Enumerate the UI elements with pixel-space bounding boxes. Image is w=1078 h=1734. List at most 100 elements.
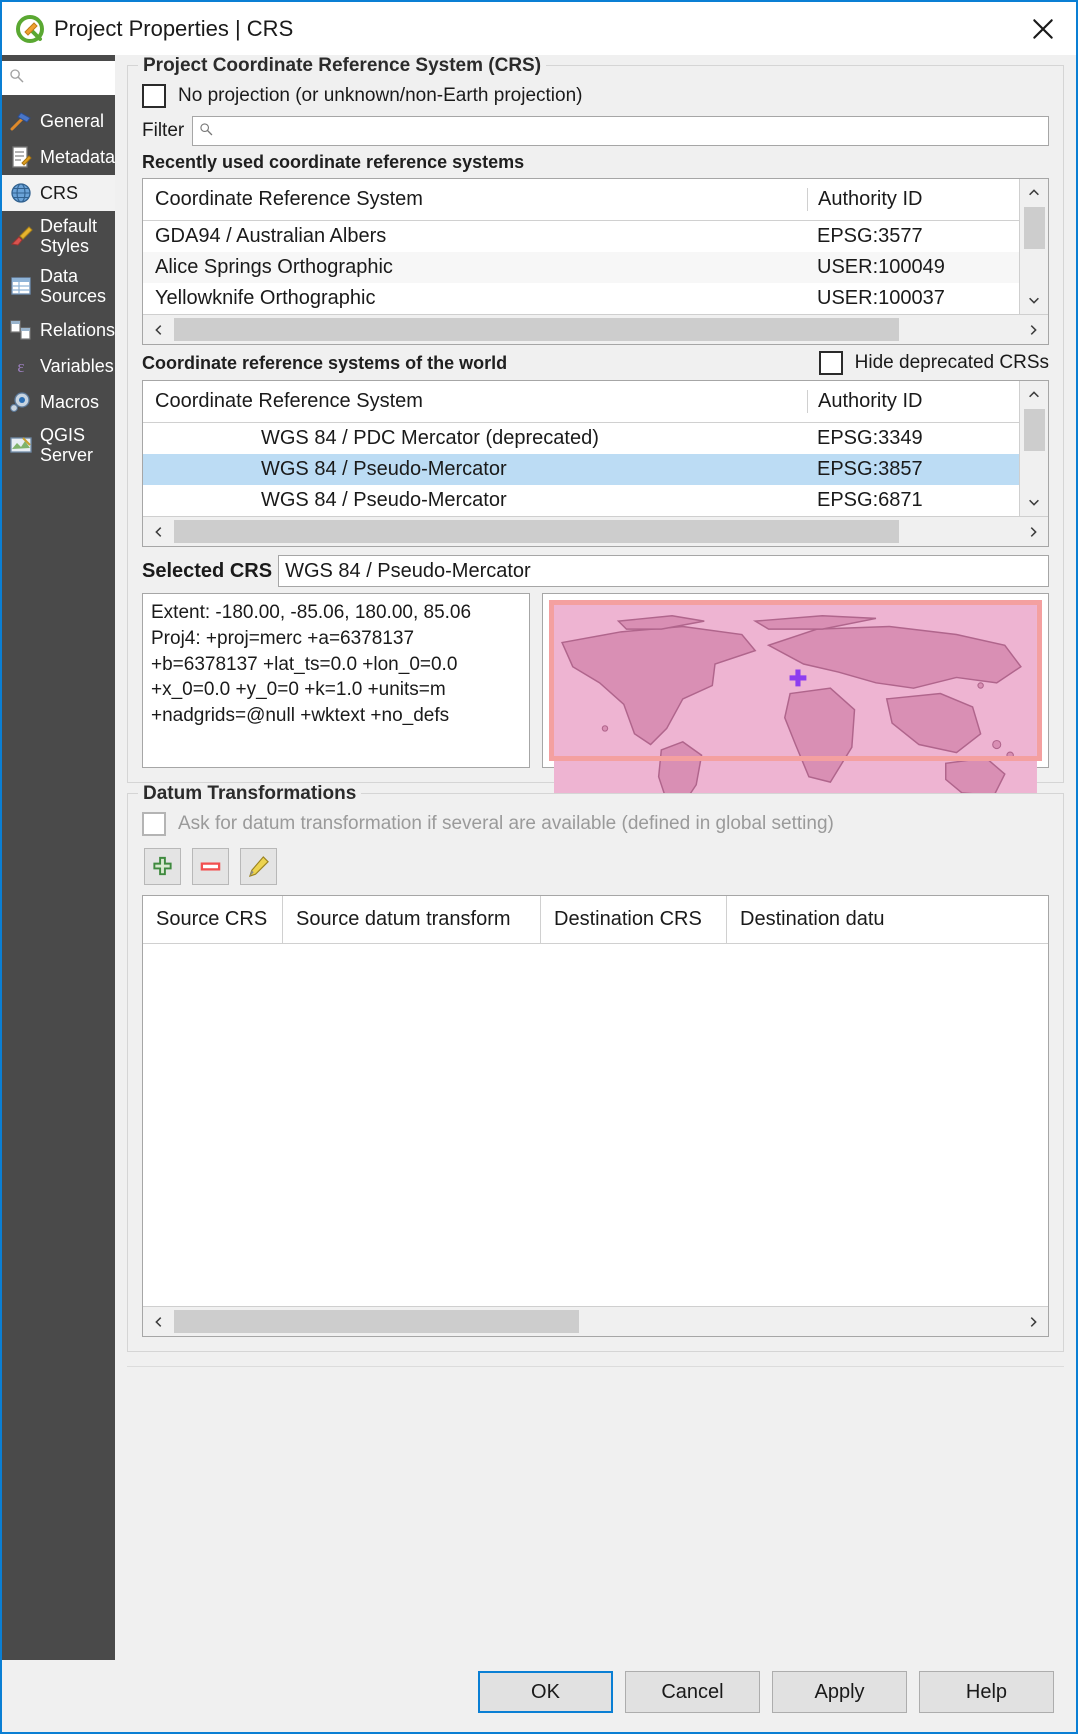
table-row[interactable]: GDA94 / Australian Albers EPSG:3577 [143, 221, 1019, 252]
sidebar-item-label: Variables [40, 355, 114, 376]
sidebar-item-label: Macros [40, 391, 100, 412]
table-icon [8, 273, 34, 299]
scrollbar-track[interactable] [174, 315, 1017, 344]
sidebar-item-data-sources[interactable]: Data Sources [2, 261, 115, 311]
scrollbar-track[interactable] [174, 1307, 1017, 1336]
scroll-right-icon[interactable] [1017, 517, 1048, 546]
cancel-button[interactable]: Cancel [625, 1671, 760, 1713]
crs-authority: USER:100049 [817, 256, 945, 278]
scroll-left-icon[interactable] [143, 1307, 174, 1336]
column-header-destination-datum-transform[interactable]: Destination datu [727, 896, 917, 943]
ask-datum-transform-checkbox[interactable] [142, 812, 166, 836]
selected-crs-field[interactable]: WGS 84 / Pseudo-Mercator [278, 555, 1049, 587]
scrollbar-track[interactable] [1020, 451, 1048, 488]
sidebar-item-general[interactable]: General [2, 103, 115, 139]
world-crs-header: Coordinate Reference System Authority ID [143, 381, 1019, 423]
scroll-up-icon[interactable] [1020, 179, 1048, 207]
scrollbar-thumb[interactable] [174, 520, 899, 543]
remove-datum-transform-button[interactable] [192, 848, 229, 885]
crs-info-row: Extent: -180.00, -85.06, 180.00, 85.06 P… [142, 593, 1049, 820]
apply-button[interactable]: Apply [772, 1671, 907, 1713]
scrollbar-thumb[interactable] [1023, 207, 1045, 249]
project-crs-group-title: Project Coordinate Reference System (CRS… [138, 55, 547, 77]
ask-datum-transform-label: Ask for datum transformation if several … [178, 813, 834, 834]
datum-transform-header: Source CRS Source datum transform Destin… [143, 896, 1048, 944]
server-map-icon [8, 432, 34, 458]
sidebar-item-label: Data Sources [40, 266, 107, 307]
crs-name: Yellowknife Orthographic [155, 287, 376, 309]
no-projection-label: No projection (or unknown/non-Earth proj… [178, 85, 583, 106]
add-datum-transform-button[interactable] [144, 848, 181, 885]
column-header-source-crs[interactable]: Source CRS [143, 896, 283, 943]
datum-transform-horizontal-scrollbar[interactable] [143, 1306, 1048, 1336]
crs-name: WGS 84 / PDC Mercator (deprecated) [261, 427, 599, 449]
table-row[interactable]: WGS 84 / Pseudo-Mercator EPSG:6871 [143, 485, 1019, 516]
scrollbar-track[interactable] [174, 517, 1017, 546]
selected-crs-row: Selected CRS WGS 84 / Pseudo-Mercator [142, 555, 1049, 587]
project-crs-group: Project Coordinate Reference System (CRS… [127, 55, 1064, 820]
scrollbar-thumb[interactable] [1023, 409, 1045, 451]
no-projection-row: No projection (or unknown/non-Earth proj… [142, 84, 1049, 108]
recent-crs-vertical-scrollbar[interactable] [1019, 179, 1048, 314]
ok-button[interactable]: OK [478, 1671, 613, 1713]
recent-crs-horizontal-scrollbar[interactable] [143, 314, 1048, 344]
sidebar-item-macros[interactable]: Macros [2, 384, 115, 420]
sidebar-item-label: Default Styles [40, 216, 98, 257]
sidebar-item-variables[interactable]: ɛ Variables [2, 348, 115, 384]
table-row[interactable]: Yellowknife Orthographic USER:100037 [143, 283, 1019, 314]
scroll-down-icon[interactable] [1020, 286, 1048, 314]
world-crs-horizontal-scrollbar[interactable] [143, 516, 1048, 546]
scrollbar-track[interactable] [1020, 249, 1048, 286]
document-pen-icon [8, 144, 34, 170]
hide-deprecated-label: Hide deprecated CRSs [854, 352, 1049, 373]
filter-input[interactable] [192, 116, 1049, 146]
hide-deprecated-checkbox[interactable] [818, 351, 843, 375]
table-row-selected[interactable]: WGS 84 / Pseudo-Mercator EPSG:3857 [143, 454, 1019, 485]
title-bar: Project Properties | CRS [2, 2, 1076, 55]
filter-row: Filter [142, 116, 1049, 146]
sidebar-item-label: QGIS Server [40, 424, 94, 465]
scroll-right-icon[interactable] [1017, 315, 1048, 344]
sidebar-item-metadata[interactable]: Metadata [2, 139, 115, 175]
page-title: Project Properties | CRS [54, 15, 294, 41]
no-projection-checkbox[interactable] [142, 84, 166, 108]
recent-crs-heading: Recently used coordinate reference syste… [142, 152, 525, 172]
sidebar: General Metadata CRS Default Styles Data… [2, 55, 115, 1660]
crs-name: WGS 84 / Pseudo-Mercator [261, 489, 507, 511]
scrollbar-thumb[interactable] [174, 318, 899, 341]
table-row[interactable]: WGS 84 / PDC Mercator (deprecated) EPSG:… [143, 423, 1019, 454]
close-icon[interactable] [1020, 9, 1066, 49]
column-header-authority[interactable]: Authority ID [807, 390, 1019, 413]
sidebar-item-label: Metadata [40, 146, 116, 167]
crs-authority: EPSG:6871 [817, 489, 923, 511]
crosshair-marker-icon: ✚ [788, 665, 808, 691]
column-header-authority[interactable]: Authority ID [807, 188, 1019, 211]
sidebar-search-input[interactable] [2, 61, 115, 95]
selected-crs-label: Selected CRS [142, 559, 273, 582]
column-header-crs[interactable]: Coordinate Reference System [143, 390, 807, 413]
scroll-left-icon[interactable] [143, 315, 174, 344]
column-header-crs[interactable]: Coordinate Reference System [143, 188, 807, 211]
scroll-right-icon[interactable] [1017, 1307, 1048, 1336]
plus-icon [153, 856, 172, 876]
scroll-left-icon[interactable] [143, 517, 174, 546]
help-button[interactable]: Help [919, 1671, 1054, 1713]
scroll-down-icon[interactable] [1020, 488, 1048, 516]
column-header-source-datum-transform[interactable]: Source datum transform [283, 896, 541, 943]
sidebar-item-relations[interactable]: Relations [2, 312, 115, 348]
scrollbar-thumb[interactable] [174, 1310, 579, 1333]
sidebar-item-qgis-server[interactable]: QGIS Server [2, 420, 115, 470]
crs-authority: EPSG:3577 [817, 225, 923, 247]
project-properties-dialog: Project Properties | CRS General Metadat… [0, 0, 1078, 1734]
sidebar-item-default-styles[interactable]: Default Styles [2, 211, 115, 261]
scroll-up-icon[interactable] [1020, 381, 1048, 409]
world-crs-vertical-scrollbar[interactable] [1019, 381, 1048, 516]
crs-authority: EPSG:3349 [817, 427, 923, 449]
table-row[interactable]: Alice Springs Orthographic USER:100049 [143, 252, 1019, 283]
datum-transform-toolbar [144, 848, 1049, 885]
column-header-destination-crs[interactable]: Destination CRS [541, 896, 727, 943]
dialog-button-bar: OK Cancel Apply Help [2, 1660, 1076, 1732]
sidebar-item-crs[interactable]: CRS [2, 175, 115, 211]
edit-datum-transform-button[interactable] [240, 848, 277, 885]
globe-icon [8, 180, 34, 206]
